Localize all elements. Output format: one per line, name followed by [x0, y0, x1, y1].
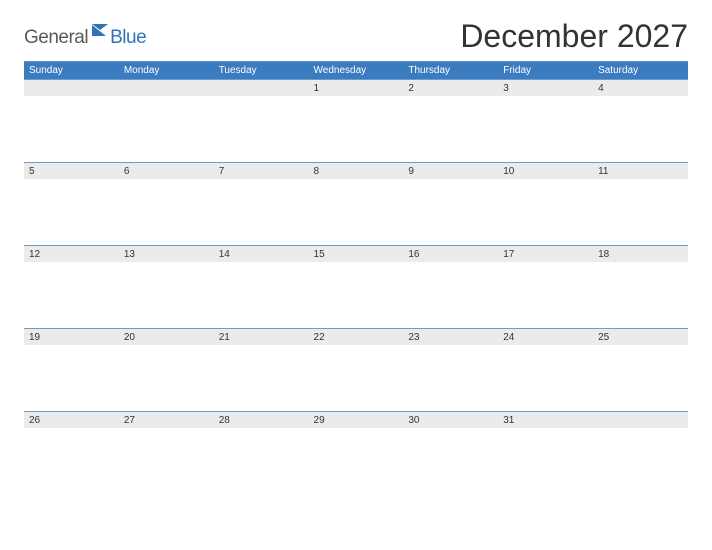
day-header: Tuesday — [214, 62, 309, 80]
day-header: Thursday — [403, 62, 498, 80]
calendar-cell — [119, 80, 214, 163]
calendar-cell: 20 — [119, 329, 214, 412]
calendar-cell: 21 — [214, 329, 309, 412]
calendar-cell: 14 — [214, 246, 309, 329]
calendar-cell: 30 — [403, 412, 498, 495]
logo-text-general: General — [24, 27, 88, 49]
calendar-cell: 23 — [403, 329, 498, 412]
day-header: Wednesday — [309, 62, 404, 80]
calendar-table: Sunday Monday Tuesday Wednesday Thursday… — [24, 61, 688, 494]
calendar-cell — [593, 412, 688, 495]
calendar-header-row: Sunday Monday Tuesday Wednesday Thursday… — [24, 62, 688, 80]
calendar-cell: 22 — [309, 329, 404, 412]
calendar-cell: 16 — [403, 246, 498, 329]
calendar-cell: 11 — [593, 163, 688, 246]
day-header: Sunday — [24, 62, 119, 80]
calendar-cell: 27 — [119, 412, 214, 495]
day-header: Monday — [119, 62, 214, 80]
calendar-cell: 6 — [119, 163, 214, 246]
calendar-cell: 15 — [309, 246, 404, 329]
day-header: Saturday — [593, 62, 688, 80]
page-title: December 2027 — [460, 18, 688, 55]
calendar-cell: 10 — [498, 163, 593, 246]
header: General Blue December 2027 — [24, 18, 688, 55]
calendar-cell — [24, 80, 119, 163]
calendar-cell — [214, 80, 309, 163]
calendar-week-row: 1 2 3 4 — [24, 80, 688, 163]
calendar-cell: 5 — [24, 163, 119, 246]
calendar-cell: 26 — [24, 412, 119, 495]
calendar-body: 1 2 3 4 5 6 7 8 9 10 11 12 13 14 15 16 1… — [24, 80, 688, 495]
calendar-cell: 31 — [498, 412, 593, 495]
logo: General Blue — [24, 27, 146, 55]
calendar-cell: 19 — [24, 329, 119, 412]
logo-flag-icon — [92, 23, 108, 41]
calendar-week-row: 5 6 7 8 9 10 11 — [24, 163, 688, 246]
calendar-cell: 25 — [593, 329, 688, 412]
calendar-cell: 13 — [119, 246, 214, 329]
calendar-week-row: 26 27 28 29 30 31 — [24, 412, 688, 495]
calendar-cell: 17 — [498, 246, 593, 329]
calendar-week-row: 19 20 21 22 23 24 25 — [24, 329, 688, 412]
calendar-cell: 29 — [309, 412, 404, 495]
calendar-cell: 4 — [593, 80, 688, 163]
calendar-cell: 1 — [309, 80, 404, 163]
day-header: Friday — [498, 62, 593, 80]
calendar-cell: 3 — [498, 80, 593, 163]
logo-text-blue: Blue — [110, 27, 146, 49]
calendar-cell: 24 — [498, 329, 593, 412]
calendar-cell: 7 — [214, 163, 309, 246]
calendar-week-row: 12 13 14 15 16 17 18 — [24, 246, 688, 329]
calendar-cell: 18 — [593, 246, 688, 329]
calendar-cell: 2 — [403, 80, 498, 163]
calendar-cell: 28 — [214, 412, 309, 495]
calendar-cell: 9 — [403, 163, 498, 246]
calendar-cell: 12 — [24, 246, 119, 329]
calendar-cell: 8 — [309, 163, 404, 246]
